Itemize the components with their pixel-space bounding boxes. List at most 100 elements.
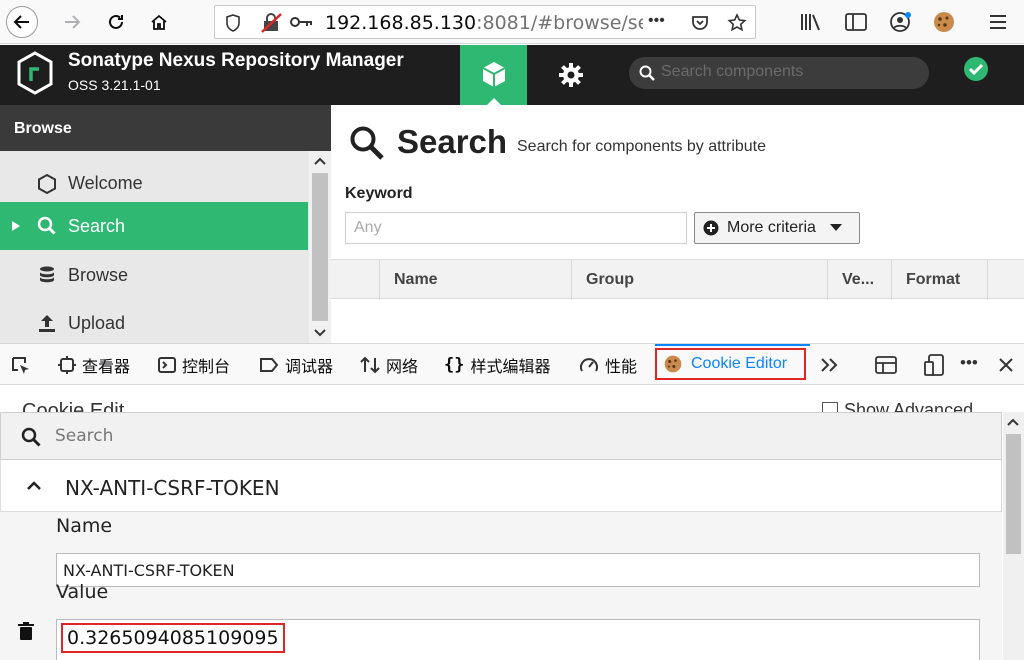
system-status-icon[interactable] xyxy=(963,56,989,82)
nav-item-label: Welcome xyxy=(68,172,143,193)
tab-label: 查看器 xyxy=(82,358,131,376)
url-bar[interactable]: 192.168.85.130:8081/#browse/sear ••• xyxy=(214,5,756,39)
tab-inspector[interactable]: 查看器 xyxy=(58,344,130,385)
browse-mode-button[interactable] xyxy=(460,45,527,106)
column-version[interactable]: Ve... xyxy=(827,260,891,300)
more-criteria-button[interactable]: More criteria xyxy=(694,212,860,244)
dock-icon[interactable] xyxy=(875,355,897,375)
forward-button[interactable] xyxy=(56,6,88,38)
arrow-left-icon xyxy=(13,15,29,29)
results-grid-header: Name Group Ve... Format xyxy=(331,259,1024,300)
nav-item-search[interactable]: Search xyxy=(0,202,308,250)
cookie-item-header[interactable]: NX-ANTI-CSRF-TOKEN xyxy=(0,460,1002,512)
chevron-up-icon[interactable] xyxy=(1007,418,1019,426)
nav-item-welcome[interactable]: Welcome xyxy=(0,159,308,207)
column-extra[interactable] xyxy=(987,260,1024,300)
home-button[interactable] xyxy=(143,6,175,38)
active-tab-indicator xyxy=(655,344,810,346)
shield-icon xyxy=(226,14,240,32)
app-title: Sonatype Nexus Repository Manager xyxy=(68,50,404,71)
tab-style-editor[interactable]: {} 样式编辑器 xyxy=(444,344,551,385)
search-icon xyxy=(350,126,384,160)
component-search-box[interactable] xyxy=(629,57,929,89)
page-actions-icon[interactable]: ••• xyxy=(648,12,665,30)
cookie-value-text: 0.3265094085109095 xyxy=(61,623,285,653)
tab-performance[interactable]: 性能 xyxy=(579,344,637,385)
close-icon[interactable] xyxy=(998,357,1014,373)
cookie-panel-scrollbar[interactable] xyxy=(1003,412,1024,660)
cookie-icon xyxy=(664,355,682,373)
pocket-icon[interactable] xyxy=(691,14,709,32)
page-title: Search xyxy=(397,123,508,160)
browser-toolbar: 192.168.85.130:8081/#browse/sear ••• xyxy=(0,0,1024,44)
chevron-up-icon[interactable] xyxy=(314,157,326,165)
tab-network[interactable]: 网络 xyxy=(360,344,418,385)
tab-console[interactable]: 控制台 xyxy=(158,344,230,385)
search-icon xyxy=(37,216,56,235)
nav-item-label: Browse xyxy=(68,264,129,285)
nexus-logo-icon xyxy=(17,51,53,95)
devtools-toolbar: 查看器 控制台 调试器 网络 {} 样式编辑器 性能 Cookie Editor… xyxy=(0,343,1024,385)
scrollbar-thumb[interactable] xyxy=(312,173,328,321)
nav-item-label: Upload xyxy=(68,312,126,333)
tab-debugger[interactable]: 调试器 xyxy=(259,344,333,385)
search-icon xyxy=(21,427,41,447)
more-criteria-label: More criteria xyxy=(727,219,816,236)
app-version: OSS 3.21.1-01 xyxy=(68,77,161,93)
tab-label: Cookie Editor xyxy=(691,355,788,372)
responsive-mode-icon[interactable] xyxy=(924,354,946,376)
column-name[interactable]: Name xyxy=(379,260,571,300)
nav-item-upload[interactable]: Upload xyxy=(0,299,308,347)
cookie-search-input[interactable] xyxy=(55,426,655,446)
cube-icon xyxy=(482,62,505,87)
reload-button[interactable] xyxy=(100,6,132,38)
nav-scrollbar[interactable] xyxy=(309,151,331,343)
left-navigation: Browse Welcome Search Browse Upload xyxy=(0,105,331,343)
library-icon[interactable] xyxy=(800,12,822,32)
url-text: 192.168.85.130:8081/#browse/sear xyxy=(325,12,643,34)
back-button[interactable] xyxy=(6,6,38,38)
inspector-icon xyxy=(58,355,76,374)
search-icon xyxy=(639,65,655,81)
more-options-icon[interactable]: ••• xyxy=(960,353,978,373)
tab-label: 控制台 xyxy=(182,358,231,376)
key-icon xyxy=(290,17,312,27)
tab-label: 样式编辑器 xyxy=(470,358,551,376)
cookie-editor-panel: Cookie Edit Show Advanced NX-ANTI-CSRF-T… xyxy=(0,386,1024,660)
trash-icon[interactable] xyxy=(18,622,34,640)
chevron-up-icon[interactable] xyxy=(27,480,41,490)
component-search-input[interactable] xyxy=(661,63,921,81)
cookie-name-field[interactable] xyxy=(56,553,980,587)
menu-icon[interactable] xyxy=(988,13,1008,31)
home-icon xyxy=(151,14,167,30)
scrollbar-thumb[interactable] xyxy=(1006,434,1021,554)
administration-button[interactable] xyxy=(553,57,589,93)
tab-cookie-editor[interactable]: Cookie Editor xyxy=(655,348,806,380)
account-icon[interactable] xyxy=(889,10,913,34)
chevron-down-icon[interactable] xyxy=(314,329,326,337)
cookie-extension-icon[interactable] xyxy=(932,10,956,34)
keyword-input[interactable] xyxy=(345,212,687,244)
network-icon xyxy=(360,356,380,373)
gear-icon xyxy=(559,63,583,87)
cookie-item-name: NX-ANTI-CSRF-TOKEN xyxy=(65,476,280,500)
tab-label: 网络 xyxy=(386,358,419,376)
cookie-value-field[interactable]: 0.3265094085109095 xyxy=(56,619,980,660)
database-icon xyxy=(40,266,54,283)
braces-icon: {} xyxy=(444,354,465,375)
hexagon-icon xyxy=(38,174,56,194)
nav-item-browse[interactable]: Browse xyxy=(0,251,308,299)
column-format[interactable]: Format xyxy=(891,260,987,300)
value-label: Value xyxy=(56,581,109,603)
cookie-search-box[interactable] xyxy=(0,412,1002,460)
sidebar-icon[interactable] xyxy=(845,12,867,32)
overflow-tabs-icon[interactable] xyxy=(820,357,840,373)
reload-icon xyxy=(109,14,123,29)
nav-item-label: Search xyxy=(68,215,126,236)
element-picker-icon[interactable] xyxy=(10,355,32,377)
cookie-item-body: Name Value 0.3265094085109095 xyxy=(0,512,1002,660)
debugger-icon xyxy=(260,357,279,372)
keyword-label: Keyword xyxy=(345,185,413,202)
bookmark-star-icon[interactable] xyxy=(727,13,747,33)
column-group[interactable]: Group xyxy=(571,260,827,300)
